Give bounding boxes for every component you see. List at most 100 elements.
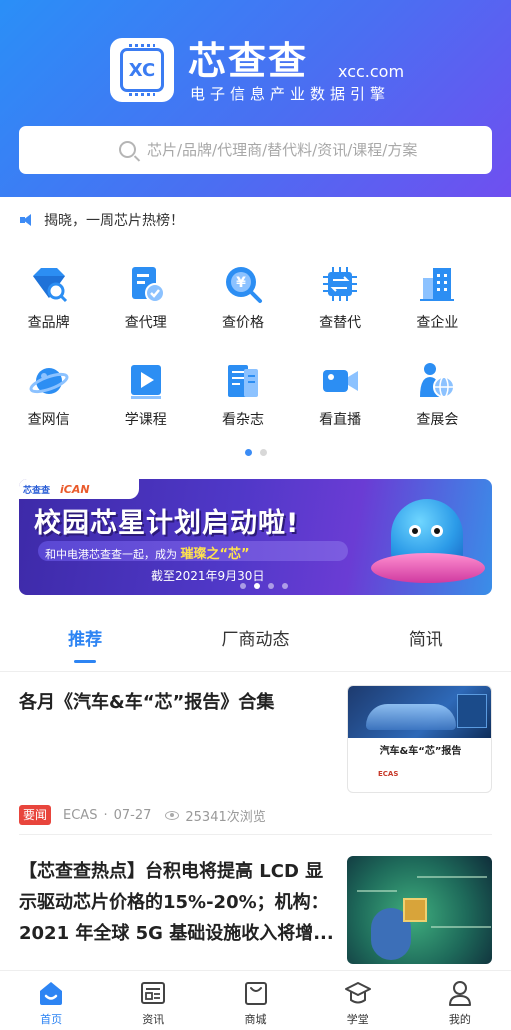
carousel-dot[interactable] [282, 583, 288, 589]
header: XC 芯查查 xcc.com 电子信息产业数据引擎 [0, 0, 511, 197]
chip-illustration [403, 898, 427, 922]
grid-item-cyber[interactable]: 查网信 [0, 355, 97, 452]
page-dot[interactable] [244, 449, 252, 456]
grid-label: 学课程 [124, 412, 167, 428]
article-meta: 要闻 ECAS · 07-27 25341次浏览 [19, 805, 266, 825]
tab-label: 厂商动态 [221, 630, 290, 650]
grid-item-live[interactable]: 看直播 [292, 355, 389, 452]
article-date: 07-27 [113, 807, 152, 823]
nav-mall[interactable]: 商城 [204, 971, 306, 1030]
banner-date: 截至2021年9月30日 [151, 569, 265, 583]
svg-text:¥: ¥ [236, 275, 246, 291]
search-input[interactable] [147, 141, 492, 159]
graduation-cap-icon [344, 979, 372, 1007]
nav-profile[interactable]: 我的 [409, 971, 511, 1030]
person-globe-icon [417, 361, 457, 401]
grid-item-brand[interactable]: 查品牌 [0, 258, 97, 355]
page-dot[interactable] [259, 449, 267, 456]
news-icon [139, 979, 167, 1007]
article-card[interactable]: 各月《汽车&车“芯”报告》合集 汽车&车“芯”报告 ECAS 要闻 ECAS ·… [19, 685, 492, 835]
banner-brand-strip: 芯查查 iCAN [19, 479, 139, 499]
grid-item-substitute[interactable]: 查替代 [292, 258, 389, 355]
nav-home[interactable]: 首页 [0, 971, 102, 1030]
camera-icon [320, 361, 360, 401]
tab-active-indicator [74, 660, 97, 663]
magazine-icon [223, 361, 263, 401]
grid-label: 查价格 [221, 315, 264, 331]
nav-label: 学堂 [346, 1013, 369, 1026]
grid-label: 查网信 [27, 412, 70, 428]
yen-search-icon: ¥ [223, 264, 263, 304]
mascot-ufo-illustration [371, 499, 485, 591]
banner-subtitle: 和中电港芯查查一起，成为 璀璨之“芯” [45, 543, 250, 562]
speaker-icon [20, 213, 34, 227]
circuit-trace [417, 876, 487, 878]
nav-news[interactable]: 资讯 [102, 971, 204, 1030]
nav-label: 我的 [448, 1013, 471, 1026]
search-bar[interactable] [19, 126, 492, 174]
article-title[interactable]: 各月《汽车&车“芯”报告》合集 [19, 687, 329, 718]
ufo-disc [371, 553, 485, 583]
article-views: 25341次浏览 [185, 809, 266, 825]
notice-text: 揭晓，一周芯片热榜！ [44, 213, 184, 229]
tab-vendor-news[interactable]: 厂商动态 [170, 622, 340, 671]
carousel-dot[interactable] [268, 583, 274, 589]
grid-label: 查代理 [124, 315, 167, 331]
grid-item-price[interactable]: ¥ 查价格 [194, 258, 291, 355]
nav-label: 商城 [244, 1013, 267, 1026]
grid-item-agent[interactable]: 查代理 [97, 258, 194, 355]
thumbnail-car-graphic [348, 686, 491, 738]
article-title[interactable]: 【芯查查热点】台积电将提高 LCD 显示驱动芯片价格的15%-20%；机构：20… [19, 856, 339, 949]
banner-brand-left: 芯查查 [23, 485, 51, 496]
eye-icon [165, 810, 180, 820]
grid-item-magazine[interactable]: 看杂志 [194, 355, 291, 452]
circuit-trace [431, 926, 491, 928]
tab-briefs[interactable]: 简讯 [341, 622, 511, 671]
brand-domain: xcc.com [338, 62, 405, 81]
grid-label: 看杂志 [221, 412, 264, 428]
mascot-eye [431, 525, 443, 537]
planet-icon [29, 361, 69, 401]
article-thumbnail[interactable] [347, 856, 492, 964]
grid-item-company[interactable]: 查企业 [389, 258, 486, 355]
banner-subtitle-strong: 璀璨之“芯” [180, 547, 250, 562]
notice-bar[interactable]: 揭晓，一周芯片热榜！ [0, 197, 511, 243]
report-cover-tag [457, 694, 487, 728]
user-icon [446, 979, 474, 1007]
content-tabs: 推荐 厂商动态 简讯 [0, 622, 511, 672]
feature-grid: 查品牌 查代理 ¥ 查价格 查替代 查企业 查网信 学课程 看杂志 看直播 查展… [0, 258, 511, 452]
banner-title: 校园芯星计划启动啦! [34, 508, 300, 539]
circuit-trace [357, 890, 397, 892]
thumbnail-logo: ECAS [378, 770, 399, 778]
shopping-bag-icon [242, 979, 270, 1007]
grid-item-expo[interactable]: 查展会 [389, 355, 486, 452]
grid-label: 查展会 [416, 412, 459, 428]
tab-recommend[interactable]: 推荐 [0, 622, 170, 671]
carousel-dot[interactable] [240, 583, 246, 589]
nav-label: 资讯 [142, 1013, 165, 1026]
car-illustration [366, 704, 456, 730]
document-check-icon [126, 264, 166, 304]
grid-label: 看直播 [319, 412, 362, 428]
tab-label: 推荐 [68, 630, 103, 650]
logo-mark: XC [128, 59, 156, 81]
tab-label: 简讯 [408, 630, 443, 650]
nav-academy[interactable]: 学堂 [307, 971, 409, 1030]
thumbnail-title: 汽车&车“芯”报告 [379, 746, 462, 757]
grid-item-course[interactable]: 学课程 [97, 355, 194, 452]
video-play-icon [126, 361, 166, 401]
diamond-search-icon [29, 264, 69, 304]
meta-separator: · [103, 807, 108, 823]
grid-page-indicator [0, 449, 511, 456]
building-icon [417, 264, 457, 304]
nav-label: 首页 [40, 1013, 63, 1026]
article-card[interactable]: 【芯查查热点】台积电将提高 LCD 显示驱动芯片价格的15%-20%；机构：20… [19, 856, 492, 968]
grid-label: 查品牌 [27, 315, 70, 331]
banner-carousel-indicator [240, 583, 288, 589]
search-icon [119, 141, 136, 158]
mascot-eye [409, 525, 421, 537]
banner-brand-right: iCAN [60, 482, 90, 496]
article-thumbnail[interactable]: 汽车&车“芯”报告 ECAS [347, 685, 492, 793]
promo-banner[interactable]: 芯查查 iCAN 校园芯星计划启动啦! 和中电港芯查查一起，成为 璀璨之“芯” … [19, 479, 492, 595]
carousel-dot[interactable] [254, 583, 260, 589]
